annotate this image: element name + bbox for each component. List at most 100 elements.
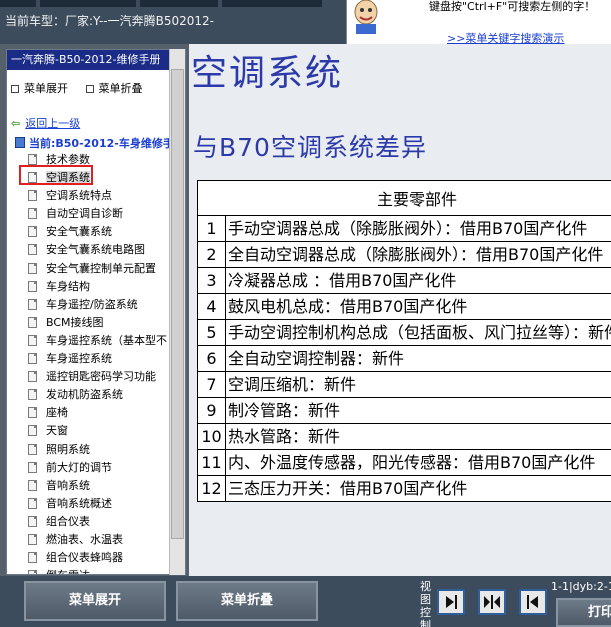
arrow-right-bar-icon: [446, 595, 457, 609]
expand-menu-button[interactable]: 菜单展开: [24, 581, 166, 621]
document-icon: [28, 461, 37, 473]
menu-item[interactable]: 燃油表、水温表: [21, 531, 181, 549]
split-arrows-icon: [484, 595, 500, 609]
expand-menu-link[interactable]: 菜单展开: [11, 82, 68, 95]
menu-item-label: BCM接线图: [46, 315, 104, 329]
menu-item[interactable]: 车身遥控系统（基本型不: [21, 332, 181, 350]
document-icon: [28, 244, 37, 256]
current-node: 当前:B50-2012-车身维修手册: [15, 135, 185, 151]
row-number: 10: [197, 423, 226, 450]
print-button[interactable]: 打印: [556, 598, 611, 627]
document-icon: [28, 407, 37, 419]
manual-title: 一汽奔腾-B50-2012-维修手册: [7, 50, 185, 70]
menu-item[interactable]: 音响系统概述: [21, 495, 181, 513]
document-icon: [28, 570, 37, 574]
bottom-bar: 菜单展开 菜单折叠 视图控制 1-1|dyb:2-1 打印: [0, 576, 611, 627]
document-icon: [28, 208, 37, 220]
view-split-button[interactable]: [478, 589, 506, 615]
document-icon: [28, 353, 37, 365]
table-row: 2 全自动空调器总成（除膨胀阀外）：借用B70国产化件: [197, 241, 611, 268]
document-icon: [28, 371, 37, 383]
page-subheading: 与B70空调系统差异: [193, 133, 427, 162]
collapse-menu-link[interactable]: 菜单折叠: [85, 82, 143, 95]
menu-item-label: 倒车雷达: [46, 569, 90, 574]
menu-item[interactable]: 遥控钥匙密码学习功能: [21, 368, 181, 386]
document-icon: [28, 190, 37, 202]
top-tab-strip: [0, 0, 36, 7]
row-number: 6: [197, 345, 226, 372]
menu-item[interactable]: 安全气囊系统: [21, 223, 181, 241]
menu-item[interactable]: 座椅: [21, 404, 181, 422]
menu-toggle-row: 菜单展开 菜单折叠: [11, 80, 157, 96]
current-car-model: 当前车型：厂家:Y--一汽奔腾B502012-: [5, 14, 214, 28]
document-icon: [28, 425, 37, 437]
row-number: 9: [197, 397, 226, 424]
expand-menu-label: 菜单展开: [24, 82, 68, 95]
row-part-description: 鼓风电机总成：借用B70国产化件: [225, 293, 611, 320]
row-number: 5: [197, 319, 226, 346]
table-row: 7 空调压缩机：新件: [197, 371, 611, 398]
menu-scrollbar-thumb[interactable]: [171, 69, 184, 539]
menu-item-label: 前大灯的调节: [46, 460, 112, 474]
menu-item[interactable]: 车身遥控系统: [21, 350, 181, 368]
menu-item[interactable]: 组合仪表蜂鸣器: [21, 549, 181, 567]
row-number: 4: [197, 293, 226, 320]
view-control-label: 视图控制: [420, 580, 431, 627]
menu-item[interactable]: 发动机防盗系统: [21, 386, 181, 404]
back-up-link[interactable]: ⇦ 返回上一级: [11, 115, 80, 131]
document-icon: [28, 280, 37, 292]
menu-item[interactable]: 倒车雷达: [21, 567, 181, 574]
top-tab-strip: [222, 0, 322, 7]
table-row: 5 手动空调控制机构总成（包括面板、风门拉丝等）：新件: [197, 319, 611, 346]
arrow-left-bar-icon: [527, 595, 538, 609]
menu-item[interactable]: 前大灯的调节: [21, 459, 181, 477]
table-row: 12 三态压力开关：借用B70国产化件: [197, 475, 611, 502]
menu-scrollbar[interactable]: [169, 49, 185, 575]
row-part-description: 手动空调控制机构总成（包括面板、风门拉丝等）：新件: [225, 319, 611, 346]
menu-item[interactable]: 音响系统: [21, 477, 181, 495]
book-icon: [15, 137, 25, 148]
search-hint-panel: 键盘按"Ctrl+F"可搜索左侧的字！ >>菜单关键字搜索演示: [346, 0, 611, 45]
menu-item-label: 照明系统: [46, 442, 90, 456]
menu-item-label: 座椅: [46, 406, 68, 420]
current-node-label: 当前:B50-2012-车身维修手册: [29, 137, 185, 150]
view-right-button[interactable]: [437, 589, 465, 615]
document-icon: [28, 479, 37, 491]
menu-item-label: 天窗: [46, 424, 68, 438]
document-icon: [28, 262, 37, 274]
assistant-avatar-icon: [354, 0, 378, 34]
menu-item-label: 自动空调自诊断: [46, 207, 123, 221]
menu-item[interactable]: 安全气囊控制单元配置: [21, 260, 181, 278]
menu-item[interactable]: 自动空调自诊断: [21, 205, 181, 223]
menu-item-label: 车身遥控/防盗系统: [46, 297, 138, 311]
document-icon: [28, 334, 37, 346]
row-number: 1: [197, 215, 226, 242]
menu-item[interactable]: BCM接线图: [21, 314, 181, 332]
table-row: 1 手动空调器总成（除膨胀阀外）：借用B70国产化件: [197, 215, 611, 242]
row-part-description: 内、外温度传感器，阳光传感器：借用B70国产化件: [225, 449, 611, 476]
menu-item[interactable]: 照明系统: [21, 441, 181, 459]
collapse-menu-button[interactable]: 菜单折叠: [176, 581, 318, 621]
menu-item-label: 安全气囊系统: [46, 225, 112, 239]
menu-item[interactable]: 车身结构: [21, 278, 181, 296]
table-row: 11 内、外温度传感器，阳光传感器：借用B70国产化件: [197, 449, 611, 476]
menu-item[interactable]: 空调系统特点: [21, 187, 181, 205]
view-left-button[interactable]: [519, 589, 547, 615]
menu-item[interactable]: 安全气囊系统电路图: [21, 241, 181, 259]
menu-item[interactable]: 车身遥控/防盗系统: [21, 296, 181, 314]
document-icon: [28, 533, 37, 545]
table-row: 4 鼓风电机总成：借用B70国产化件: [197, 293, 611, 320]
document-icon: [28, 298, 37, 310]
menu-item[interactable]: 天窗: [21, 422, 181, 440]
row-number: 11: [197, 449, 226, 476]
menu-item-label: 燃油表、水温表: [46, 532, 123, 546]
menu-item-label: 车身遥控系统: [46, 352, 112, 366]
menu-item-label: 车身结构: [46, 279, 90, 293]
table-row: 9 制冷管路：新件: [197, 397, 611, 424]
selection-highlight-box: [19, 165, 93, 185]
table-row: 6 全自动空调控制器：新件: [197, 345, 611, 372]
document-icon: [28, 443, 37, 455]
menu-item-label: 组合仪表: [46, 514, 90, 528]
menu-item[interactable]: 组合仪表: [21, 513, 181, 531]
app-window: 当前车型：厂家:Y--一汽奔腾B502012- 键盘按"Ctrl+F"可搜索左侧…: [0, 0, 611, 627]
